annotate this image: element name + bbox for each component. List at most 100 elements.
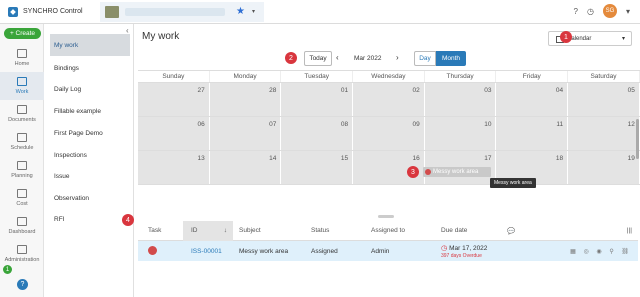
panel-splitter-handle[interactable] (378, 215, 394, 218)
project-selector[interactable]: ★ ▾ (100, 2, 264, 22)
subnav-item-daily-log[interactable]: Daily Log (50, 78, 130, 100)
top-bar: SYNCHRO Control ★ ▾ ? ◷ SG ▾ (0, 0, 640, 24)
day-number: 13 (197, 155, 205, 162)
day-number: 08 (340, 121, 349, 128)
column-header-due-date[interactable]: Due date (435, 227, 507, 234)
column-header-task[interactable]: Task (138, 227, 183, 234)
subnav-item-my-work[interactable]: My work (50, 34, 130, 56)
subnav-item-issue[interactable]: Issue (50, 165, 130, 187)
column-settings-icon[interactable]: ||| (537, 227, 638, 234)
table-row[interactable]: ISS-00001 Messy work area Assigned Admin… (138, 241, 638, 261)
calendar-day[interactable]: 04 (496, 83, 569, 116)
rail-item-administration[interactable]: Administration (0, 240, 44, 268)
callout-badge: 1 (560, 31, 572, 43)
subnav-item-first-page-demo[interactable]: First Page Demo (50, 122, 130, 144)
calendar-day[interactable]: 05 (568, 83, 640, 116)
project-name-redacted (125, 8, 225, 16)
column-header-label: ID (191, 226, 198, 234)
calendar-day[interactable]: 09 (353, 117, 425, 150)
calendar-day[interactable]: 11 (496, 117, 569, 150)
chevron-down-icon[interactable]: ▾ (626, 7, 630, 16)
chevron-down-icon[interactable]: ▾ (252, 8, 255, 15)
column-header-status[interactable]: Status (305, 227, 365, 234)
collapse-panel-icon[interactable]: ‹ (126, 26, 129, 35)
calendar-day[interactable]: 01 (281, 83, 354, 116)
rail-item-home[interactable]: Home (0, 44, 44, 72)
overdue-label: 397 days Overdue (441, 252, 482, 259)
view-toggle: Day Month (414, 51, 466, 66)
today-button[interactable]: Today (304, 51, 332, 66)
day-number: 09 (412, 121, 420, 128)
day-number: 14 (269, 155, 277, 162)
subject-cell: Messy work area (239, 247, 289, 255)
create-button[interactable]: + Create (4, 28, 41, 39)
subnav-item-observation[interactable]: Observation (50, 187, 130, 209)
calendar-day[interactable]: 14 (209, 151, 282, 184)
previous-month-icon[interactable]: ‹ (336, 53, 339, 62)
administration-icon (17, 245, 27, 254)
home-icon (17, 49, 27, 58)
calendar-day[interactable]: 27 (138, 83, 210, 116)
calendar-day[interactable]: 02 (353, 83, 425, 116)
favorite-star-icon[interactable]: ★ (236, 6, 245, 17)
calendar-scrollbar[interactable] (636, 119, 639, 159)
calendar-event[interactable]: Messy work area (423, 167, 491, 177)
column-header-id[interactable]: ID ↓ (183, 220, 233, 241)
rail-item-documents[interactable]: Documents (0, 100, 44, 128)
rail-item-dashboard[interactable]: Dashboard (0, 212, 44, 240)
day-number: 15 (340, 155, 349, 162)
weekday-label: Friday (496, 71, 569, 82)
notification-badge[interactable]: 1 (3, 265, 12, 274)
app-logo-icon[interactable] (8, 6, 18, 17)
task-cell (138, 245, 183, 257)
calendar-day[interactable]: 03 (424, 83, 497, 116)
calendar-day[interactable]: 19 (568, 151, 640, 184)
column-header-assigned[interactable]: Assigned to (365, 227, 435, 234)
sort-arrow-icon[interactable]: ↓ (224, 221, 227, 241)
calendar-day[interactable]: 28 (209, 83, 282, 116)
calendar-day[interactable]: 15 (281, 151, 354, 184)
clock-icon[interactable]: ◷ (587, 7, 594, 16)
calendar-day[interactable]: 06 (138, 117, 210, 150)
subnav-item-rfi[interactable]: RFI (50, 208, 130, 230)
calendar-day[interactable]: 08 (281, 117, 354, 150)
sub-navigation: My work Bindings Daily Log Fillable exam… (44, 24, 134, 297)
calendar-day[interactable]: 10 (424, 117, 497, 150)
rail-item-schedule[interactable]: Schedule (0, 128, 44, 156)
next-month-icon[interactable]: › (396, 53, 399, 62)
day-number: 12 (627, 121, 635, 128)
rail-item-planning[interactable]: Planning (0, 156, 44, 184)
rail-item-label: Planning (11, 173, 33, 179)
rail-item-cost[interactable]: Cost (0, 184, 44, 212)
rail-item-label: Administration (4, 257, 40, 263)
day-number: 03 (484, 87, 492, 94)
calendar-day[interactable]: 07 (209, 117, 282, 150)
issue-id-link[interactable]: ISS-00001 (191, 248, 222, 255)
subnav-item-fillable-example[interactable]: Fillable example (50, 100, 130, 122)
avatar[interactable]: SG (602, 4, 617, 18)
month-calendar: Sunday Monday Tuesday Wednesday Thursday… (138, 70, 640, 214)
row-action-icons[interactable]: ▦ ◎ ◉ ⚲ ⛓ (570, 249, 632, 255)
subnav-item-bindings[interactable]: Bindings (50, 57, 130, 79)
calendar-week: 06 07 08 09 10 11 12 (138, 117, 640, 151)
callout-badge: 3 (407, 166, 419, 178)
weekday-label: Sunday (138, 71, 210, 82)
calendar-day[interactable]: 13 (138, 151, 210, 184)
rail-item-work[interactable]: Work (0, 72, 44, 100)
day-view-button[interactable]: Day (414, 51, 436, 66)
subnav-item-inspections[interactable]: Inspections (50, 144, 130, 166)
day-number: 16 (412, 155, 420, 162)
rail-item-label: Dashboard (8, 229, 36, 235)
row-actions: ▦ ◎ ◉ ⚲ ⛓ (537, 248, 638, 255)
calendar-day[interactable]: 12 (568, 117, 640, 150)
help-icon[interactable]: ? (574, 7, 578, 16)
assigned-cell: Admin (371, 247, 390, 255)
day-number: 02 (412, 87, 420, 94)
comment-icon[interactable]: 💬 (507, 227, 537, 235)
help-button[interactable]: ? (17, 279, 28, 290)
weekday-label: Saturday (568, 71, 640, 82)
column-header-subject[interactable]: Subject (233, 227, 305, 234)
event-tooltip: Messy work area (490, 178, 536, 188)
dashboard-icon (17, 217, 27, 226)
month-view-button[interactable]: Month (436, 51, 466, 66)
